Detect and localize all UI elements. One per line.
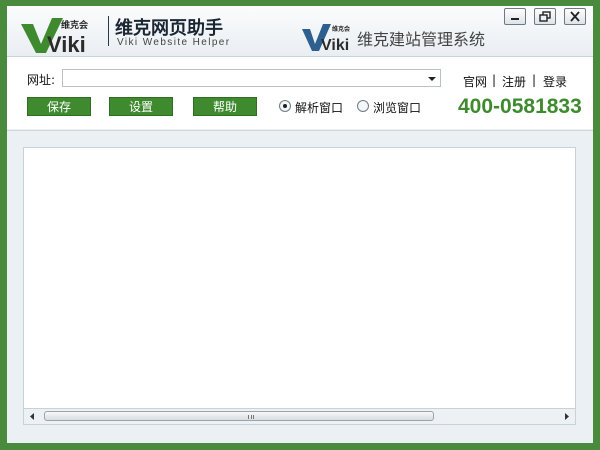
scroll-left-icon[interactable] [24, 409, 40, 424]
parse-window-label[interactable]: 解析窗口 [295, 99, 343, 116]
browse-window-radio[interactable] [357, 100, 369, 112]
settings-button[interactable]: 设置 [109, 97, 173, 116]
minimize-button[interactable] [504, 8, 526, 25]
link-separator: | [492, 73, 497, 87]
help-button[interactable]: 帮助 [193, 97, 257, 116]
close-button[interactable] [564, 8, 586, 25]
radio-selected-dot [283, 104, 287, 108]
phone-number: 400-0581833 [458, 95, 582, 118]
app-window: 维克会 Viki 维克网页助手 Viki Website Helper 维克会 … [0, 0, 600, 450]
browser-viewport[interactable] [23, 147, 576, 409]
scroll-right-icon[interactable] [559, 409, 575, 424]
login-link[interactable]: 登录 [543, 73, 567, 90]
logo-brand-text: 维克会 [61, 19, 89, 31]
restore-icon [539, 11, 551, 22]
browse-window-label[interactable]: 浏览窗口 [373, 99, 421, 116]
logo-mark-text: Viki [47, 32, 86, 54]
url-input[interactable] [65, 70, 420, 86]
url-combobox[interactable] [62, 69, 441, 87]
app-subtitle: Viki Website Helper [117, 37, 231, 48]
restore-button[interactable] [534, 8, 556, 25]
scrollbar-thumb[interactable] [44, 411, 434, 421]
link-separator: | [532, 73, 537, 87]
header-bar: 维克会 Viki 维克网页助手 Viki Website Helper 维克会 … [7, 6, 593, 57]
close-icon [570, 11, 580, 22]
url-label: 网址: [27, 73, 56, 87]
scrollbar-grip-icon [248, 415, 254, 419]
toolbar: 网址: 保存 设置 帮助 解析窗口 浏览窗口 官网 | 注册 | 登录 400-… [7, 57, 593, 129]
system-logo: 维克会 Viki [302, 24, 351, 52]
window-client-area: 维克会 Viki 维克网页助手 Viki Website Helper 维克会 … [7, 6, 593, 443]
register-link[interactable]: 注册 [502, 73, 526, 90]
system-logo-mark-text: Viki [321, 37, 349, 52]
horizontal-scrollbar[interactable] [23, 409, 576, 425]
official-site-link[interactable]: 官网 [463, 73, 487, 90]
dropdown-arrow-icon[interactable] [424, 70, 440, 86]
viki-logo: 维克会 Viki [21, 18, 89, 54]
save-button[interactable]: 保存 [27, 97, 91, 116]
system-title: 维克建站管理系统 [357, 30, 486, 49]
system-logo-brand-text: 维克会 [332, 25, 351, 33]
minimize-icon [511, 18, 519, 20]
logo-divider [108, 16, 109, 46]
parse-window-radio[interactable] [279, 100, 291, 112]
toolbar-divider [7, 130, 593, 131]
